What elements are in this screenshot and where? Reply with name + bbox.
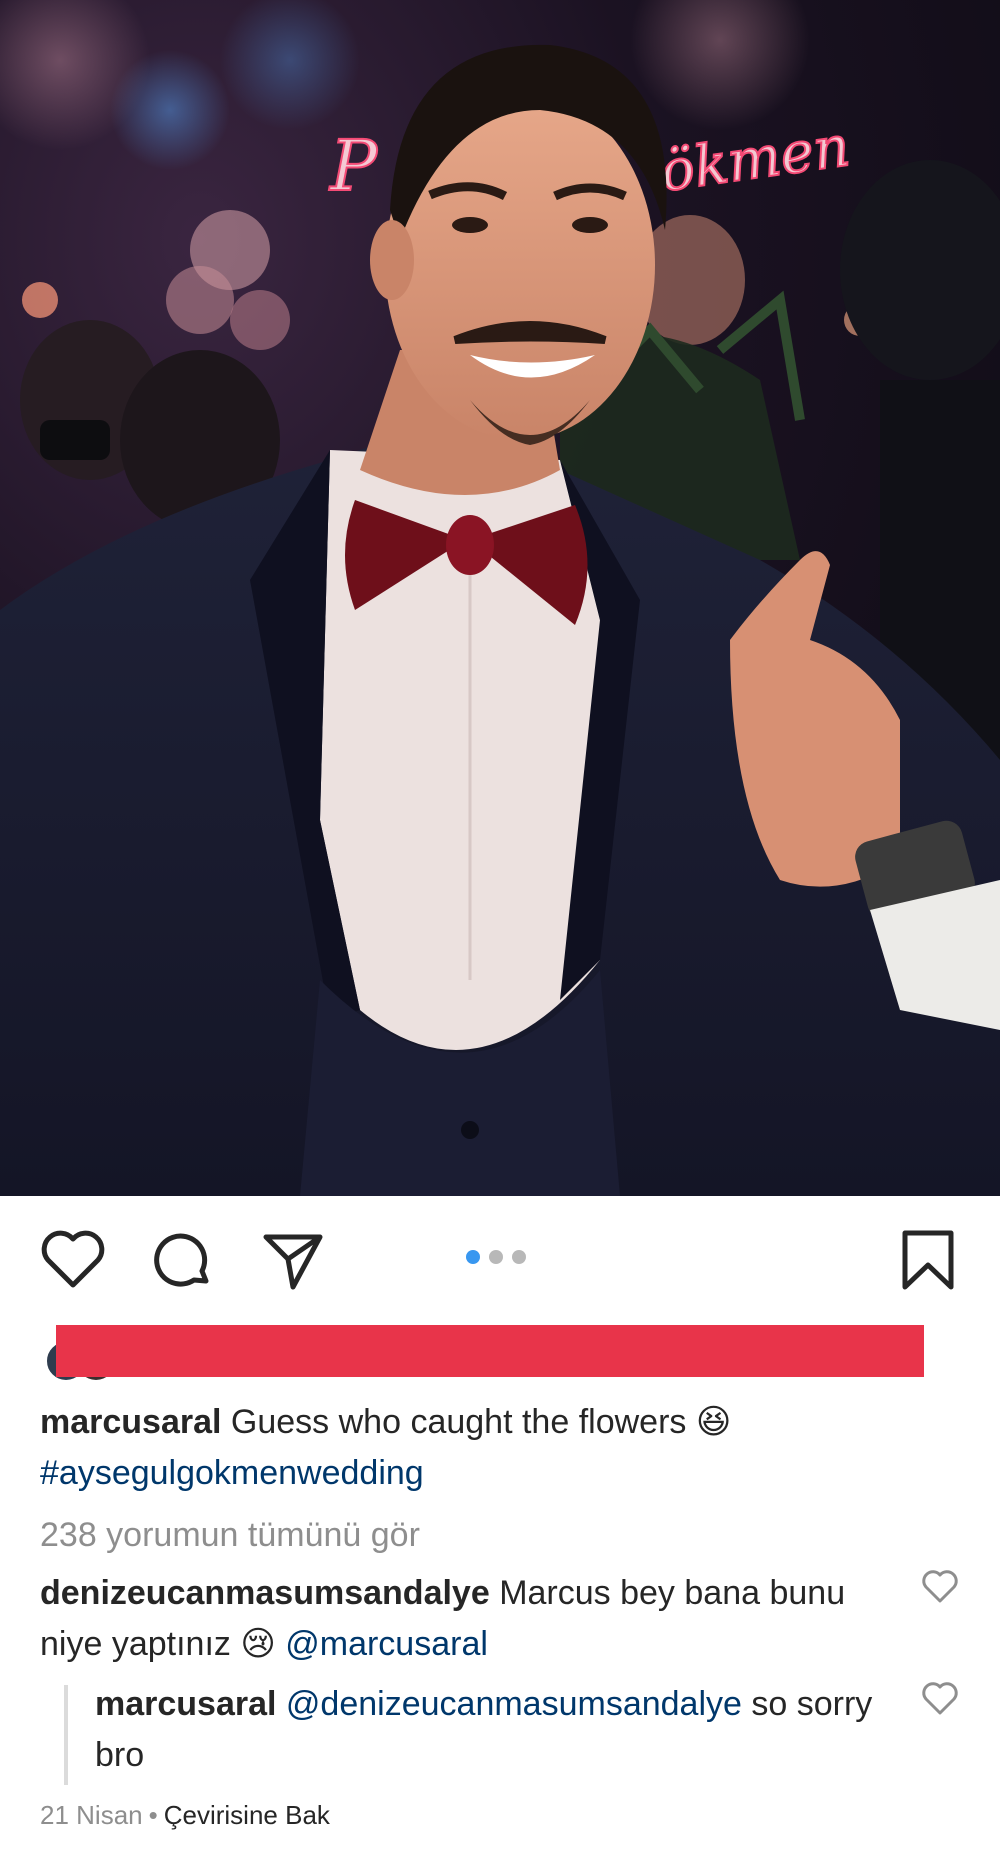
svg-text:P: P [328,125,379,207]
comment: denizeucanmasumsandalye Marcus bey bana … [40,1568,900,1670]
paper-plane-icon[interactable] [258,1225,328,1295]
caption-text: Guess who caught the flowers 😆 [230,1403,732,1441]
caption-username[interactable]: marcusaral [40,1403,221,1441]
post-caption: marcusaral Guess who caught the flowers … [40,1397,920,1499]
view-all-comments-link[interactable]: 238 yorumun tümünü gör [40,1510,420,1561]
comment-mention[interactable]: @marcusaral [285,1625,488,1663]
reply-thread-line [64,1685,68,1785]
meta-separator: • [148,1800,158,1830]
caption-hashtag[interactable]: #aysegulgokmenwedding [40,1454,424,1492]
redaction-bar [56,1325,924,1377]
reply-username[interactable]: marcusaral [95,1685,276,1723]
post-photo[interactable]: P ökmen [0,0,1000,1196]
post-date: 21 Nisan [40,1800,143,1830]
carousel-indicator [466,1250,526,1266]
comment-bubble-icon[interactable] [148,1225,218,1295]
comment-like-heart-icon[interactable] [920,1567,960,1607]
heart-icon[interactable] [38,1225,108,1295]
carousel-dot [466,1250,480,1264]
post-photo-illustration: P ökmen [0,0,1000,1196]
carousel-dot [512,1250,526,1264]
bookmark-icon[interactable] [893,1225,963,1295]
reply-mention[interactable]: @denizeucanmasumsandalye [286,1685,742,1723]
neon-sign-text: ökmen [656,114,853,205]
post-meta: 21 Nisan • Çevirisine Bak [40,1798,330,1832]
carousel-dot [489,1250,503,1264]
comment-username[interactable]: denizeucanmasumsandalye [40,1574,490,1612]
reply-like-heart-icon[interactable] [920,1679,960,1719]
likes-summary[interactable] [40,1325,940,1383]
see-translation-link[interactable]: Çevirisine Bak [164,1800,330,1830]
reply-comment: marcusaral @denizeucanmasumsandalye so s… [95,1679,875,1781]
